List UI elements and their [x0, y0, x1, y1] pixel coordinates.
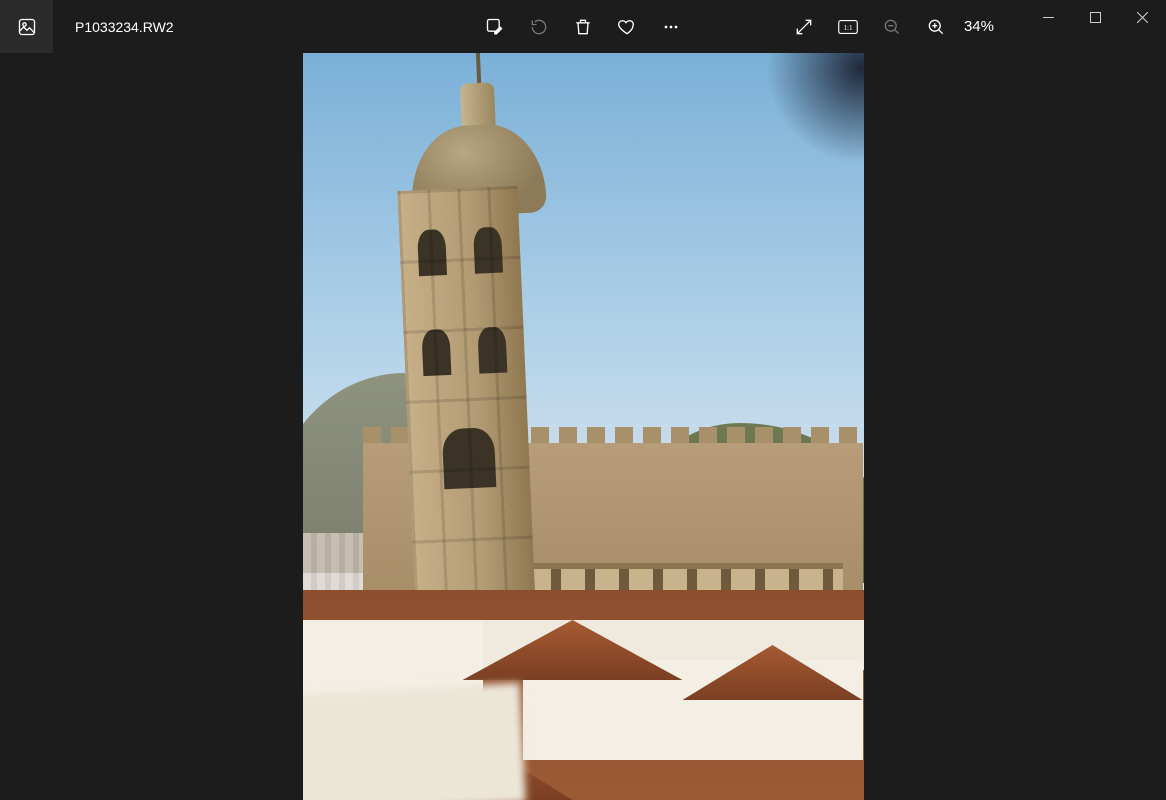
title-bar: P1033234.RW2	[0, 0, 1166, 53]
zoom-out-button[interactable]	[870, 5, 914, 49]
edit-image-button[interactable]	[473, 5, 517, 49]
zoom-out-icon	[882, 17, 902, 37]
favorite-button[interactable]	[605, 5, 649, 49]
zoom-level[interactable]: 34%	[964, 18, 994, 35]
window-close-button[interactable]	[1119, 0, 1166, 34]
more-icon	[661, 17, 681, 37]
zoom-in-button[interactable]	[914, 5, 958, 49]
fullscreen-button[interactable]	[782, 5, 826, 49]
actual-size-icon: 1:1	[838, 17, 858, 37]
rotate-icon	[529, 17, 549, 37]
toolbar-center	[473, 0, 693, 53]
heart-icon	[617, 17, 637, 37]
rotate-button[interactable]	[517, 5, 561, 49]
photo-content	[303, 53, 864, 800]
window-maximize-button[interactable]	[1072, 0, 1119, 34]
gallery-icon	[17, 17, 37, 37]
window-controls	[1025, 0, 1166, 34]
close-icon	[1137, 12, 1148, 23]
window-minimize-button[interactable]	[1025, 0, 1072, 34]
edit-image-icon	[485, 17, 505, 37]
svg-text:1:1: 1:1	[843, 23, 853, 31]
delete-icon	[573, 17, 593, 37]
delete-button[interactable]	[561, 5, 605, 49]
zoom-in-icon	[926, 17, 946, 37]
actual-size-button[interactable]: 1:1	[826, 5, 870, 49]
app-gallery-button[interactable]	[0, 0, 53, 53]
more-button[interactable]	[649, 5, 693, 49]
fullscreen-icon	[794, 17, 814, 37]
maximize-icon	[1090, 12, 1101, 23]
minimize-icon	[1043, 12, 1054, 23]
file-name: P1033234.RW2	[75, 19, 174, 35]
toolbar-right: 1:1 34%	[782, 0, 998, 53]
image-viewport[interactable]	[0, 53, 1166, 800]
